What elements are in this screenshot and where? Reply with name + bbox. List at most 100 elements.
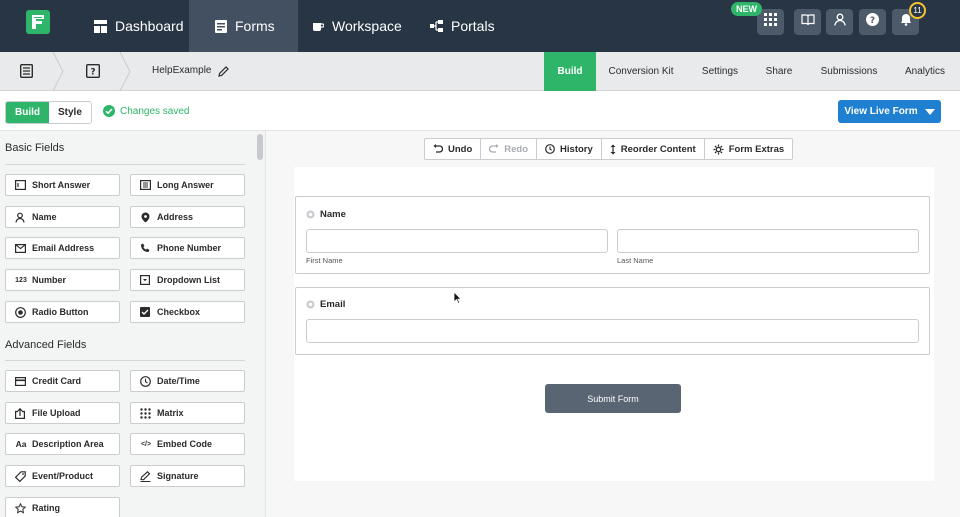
field-credit-card[interactable]: Credit Card [5,370,120,392]
nav-dashboard[interactable]: Dashboard [94,0,184,52]
nav-workspace[interactable]: Workspace [312,0,402,52]
portals-icon [430,20,443,32]
save-status: Changes saved [103,105,190,117]
forms-list-icon[interactable] [19,63,34,83]
help-book-button[interactable] [794,9,821,35]
form-extras-button[interactable]: Form Extras [705,139,792,159]
field-dropdown-list[interactable]: Dropdown List [130,269,245,291]
tab-build[interactable]: Build [544,52,596,91]
field-signature[interactable]: Signature [130,465,245,487]
check-circle-icon [103,105,115,117]
tab-submissions[interactable]: Submissions [814,52,884,91]
tab-conversion-kit-label: Conversion Kit [608,66,674,77]
field-label: Credit Card [32,376,82,386]
palette-scrollbar[interactable] [257,134,263,160]
field-matrix[interactable]: Matrix [130,402,245,424]
pen-icon [139,470,151,482]
person-icon [14,212,26,223]
question-icon: ? [866,13,879,31]
name-field-card[interactable]: Name First Name Last Name [295,196,930,274]
mode-build-button[interactable]: Build [6,102,49,123]
nav-forms[interactable]: Forms [189,0,298,52]
dropdown-icon [139,275,151,285]
first-name-input[interactable] [306,229,608,253]
email-field-card[interactable]: Email [295,287,930,355]
caret-down-icon [924,108,935,115]
new-badge: NEW [731,2,762,16]
field-email-address[interactable]: Email Address [5,237,120,259]
nav-dashboard-label: Dashboard [115,18,184,34]
long-answer-icon [139,180,151,190]
nav-portals-label: Portals [451,18,495,34]
field-label: Matrix [157,408,184,418]
tab-analytics[interactable]: Analytics [898,52,952,91]
reorder-content-button[interactable]: Reorder Content [602,139,705,159]
help-button[interactable]: ? [859,9,886,35]
mode-style-button[interactable]: Style [49,102,91,123]
field-label: Long Answer [157,180,214,190]
breadcrumb-chevron-icon [52,52,64,91]
section-divider [5,164,245,165]
field-date-time[interactable]: Date/Time [130,370,245,392]
pencil-icon[interactable] [218,64,229,82]
mouse-pointer-icon [453,291,462,309]
phone-icon [139,243,151,253]
bell-icon [900,13,912,31]
field-embed-code[interactable]: </> Embed Code [130,433,245,455]
matrix-icon [139,407,151,419]
submit-form-button[interactable]: Submit Form [545,384,681,413]
field-description-area[interactable]: Aa Description Area [5,433,120,455]
nav-portals[interactable]: Portals [430,0,495,52]
svg-text:?: ? [90,68,95,78]
star-icon [14,502,26,514]
name-label-text: Name [320,209,346,220]
text-icon: Aa [15,439,27,449]
form-subbar: ? HelpExample Build Conversion Kit Setti… [0,52,960,91]
save-status-text: Changes saved [120,105,190,117]
tab-conversion-kit[interactable]: Conversion Kit [600,52,682,91]
map-pin-icon [139,212,151,223]
app-logo[interactable] [26,10,50,34]
book-icon [800,13,815,31]
field-checkbox[interactable]: Checkbox [130,301,245,323]
apps-grid-button[interactable] [757,9,784,35]
tab-settings[interactable]: Settings [692,52,748,91]
field-number[interactable]: 123 Number [5,269,120,291]
email-input[interactable] [306,319,919,343]
tab-share[interactable]: Share [756,52,802,91]
nav-forms-label: Forms [235,18,275,34]
code-icon: </> [140,440,152,448]
basic-fields-heading: Basic Fields [5,142,65,154]
field-event-product[interactable]: Event/Product [5,465,120,487]
field-name[interactable]: Name [5,206,120,228]
field-short-answer[interactable]: Short Answer [5,174,120,196]
field-phone-number[interactable]: Phone Number [130,237,245,259]
field-label: Number [32,275,67,285]
dashboard-icon [94,19,107,33]
redo-button[interactable]: Redo [481,139,538,159]
field-rating[interactable]: Rating [5,497,120,517]
submit-form-label: Submit Form [587,393,639,404]
build-style-toggle: Build Style [5,101,92,124]
undo-button[interactable]: Undo [425,139,482,159]
form-help-icon[interactable]: ? [85,63,101,83]
field-label: Radio Button [32,307,89,317]
field-label: Checkbox [157,307,201,317]
tab-submissions-label: Submissions [820,66,878,77]
field-marker-icon [306,210,315,219]
account-button[interactable] [826,9,853,35]
field-radio-button[interactable]: Radio Button [5,301,120,323]
form-name[interactable]: HelpExample [152,65,211,76]
history-button[interactable]: History [537,139,602,159]
tag-icon [14,470,26,482]
credit-card-icon [14,376,26,386]
last-name-input[interactable] [617,229,919,253]
short-answer-icon [14,180,26,190]
field-file-upload[interactable]: File Upload [5,402,120,424]
field-long-answer[interactable]: Long Answer [130,174,245,196]
field-label: File Upload [32,408,81,418]
field-address[interactable]: Address [130,206,245,228]
redo-icon [489,144,499,154]
form-extras-label: Form Extras [728,143,785,155]
view-live-form-button[interactable]: View Live Form [838,100,941,123]
